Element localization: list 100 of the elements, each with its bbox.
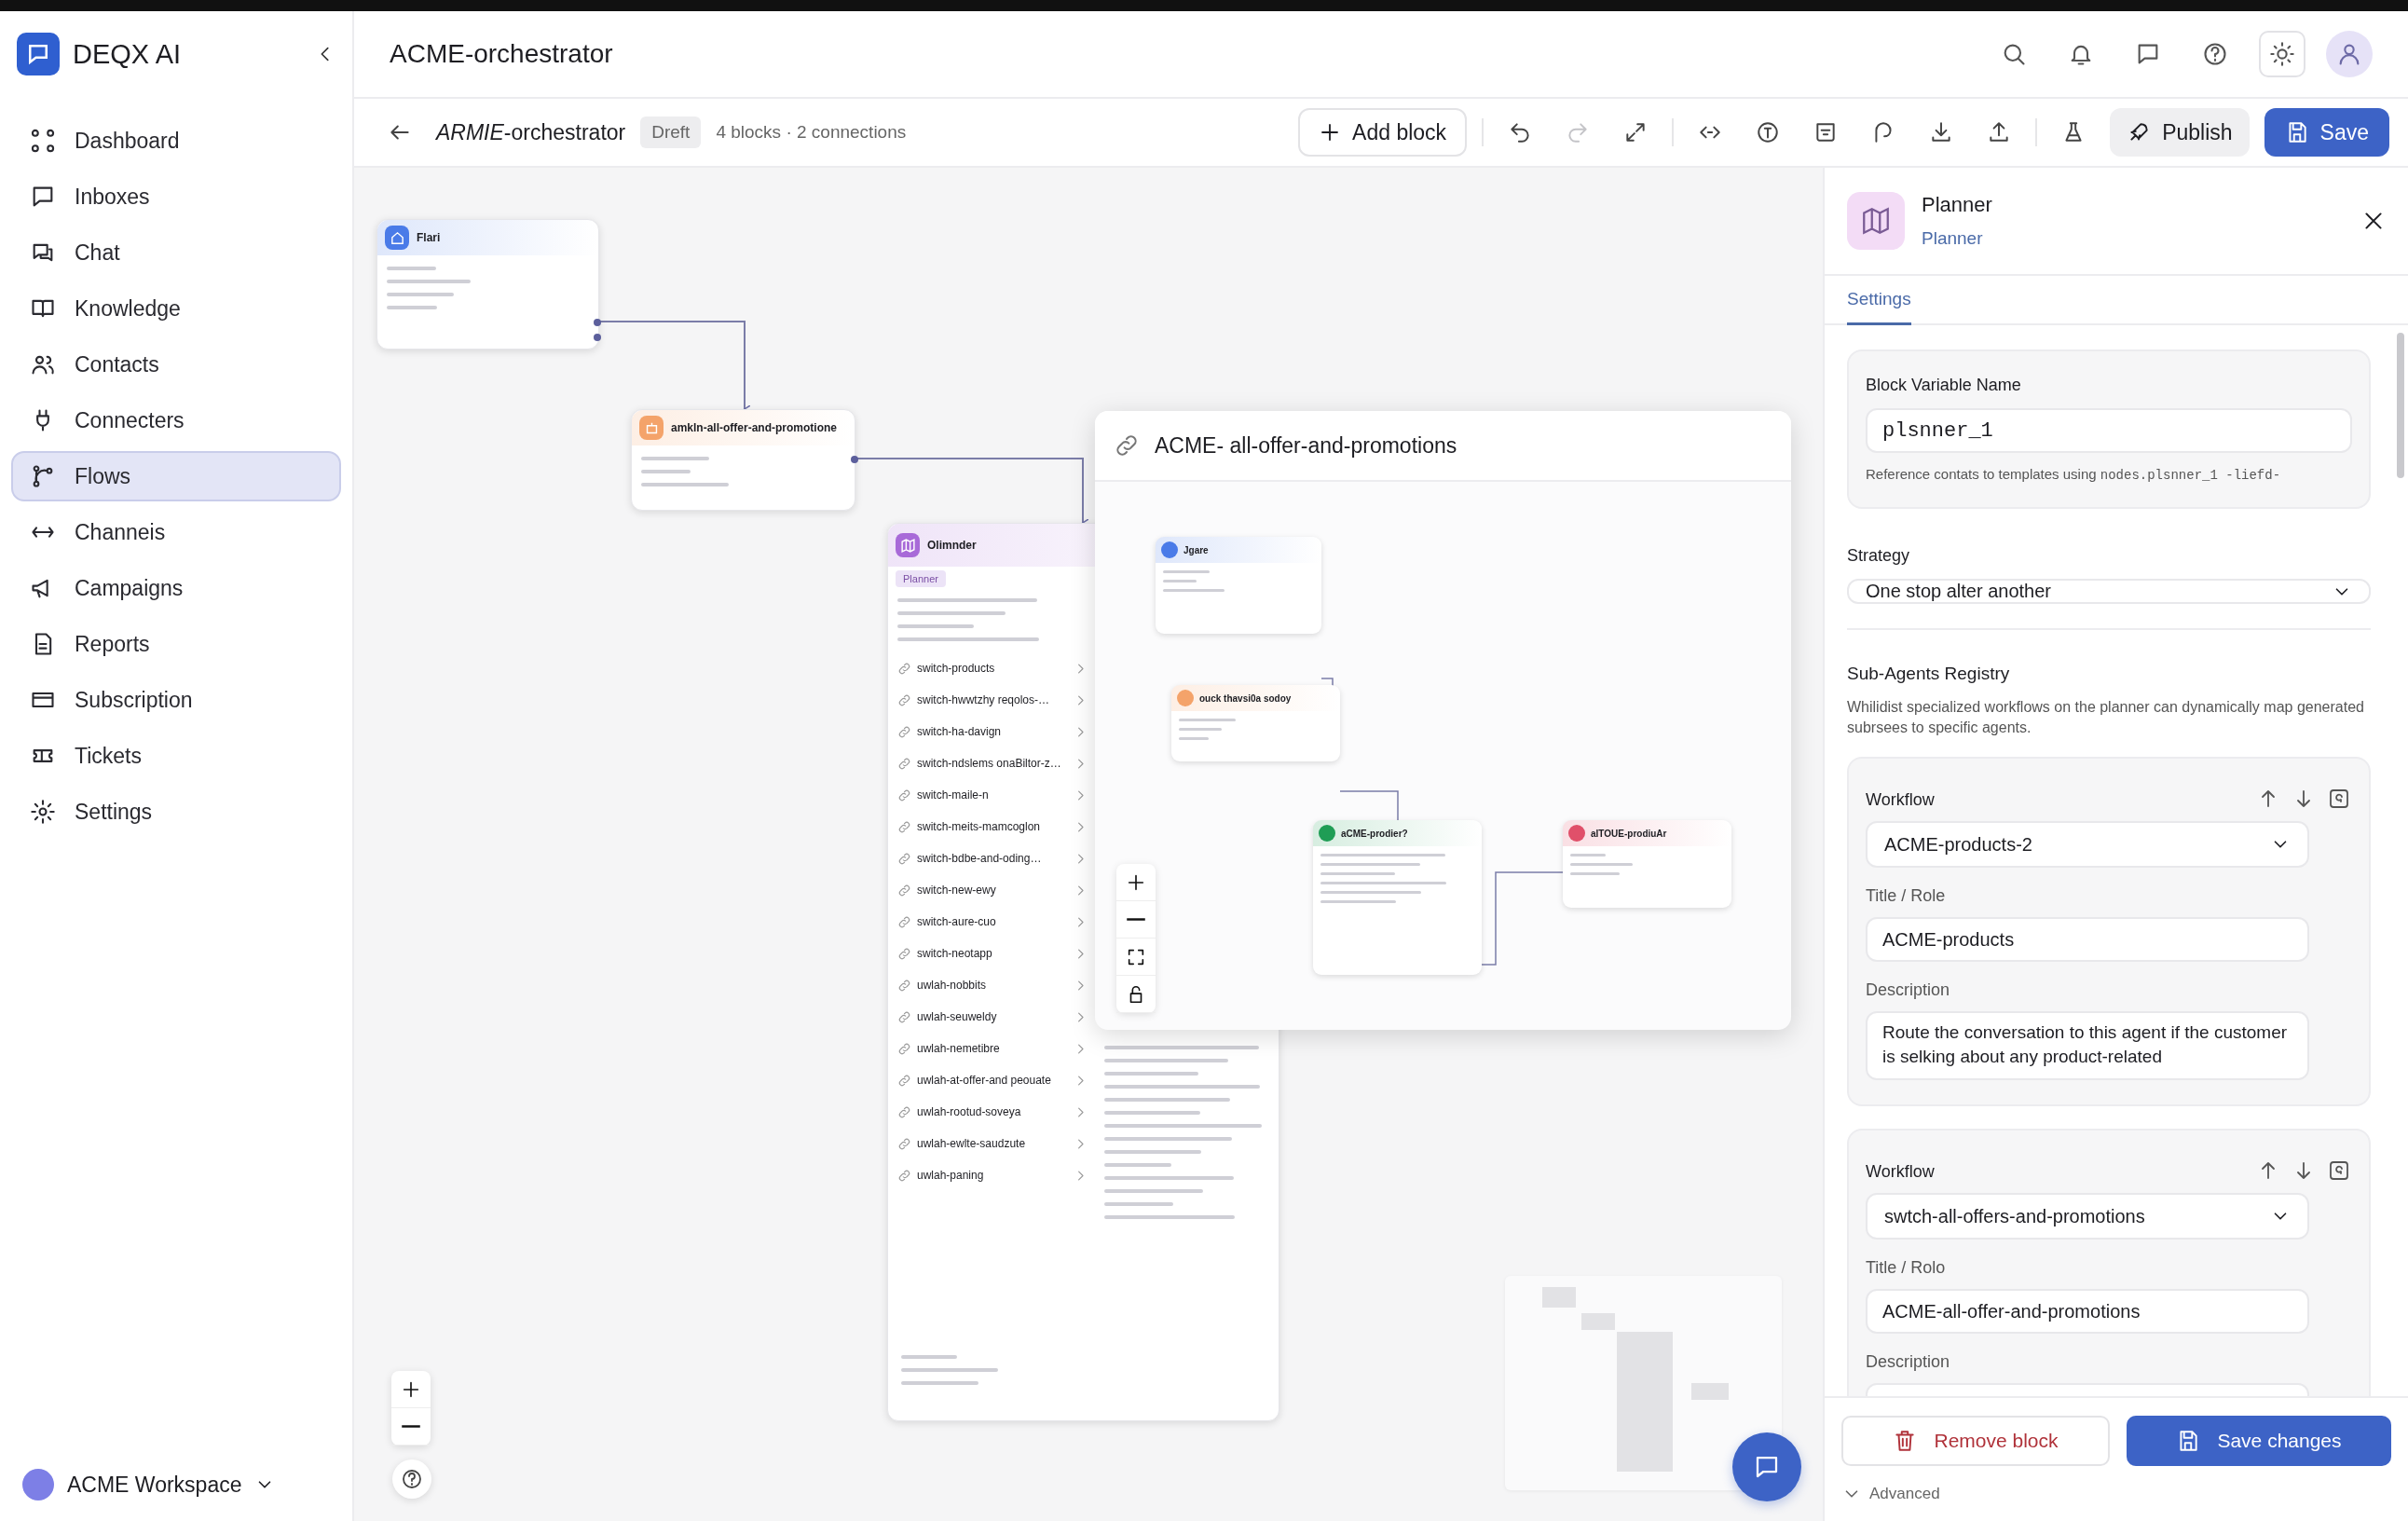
flow-node[interactable]: amkln-all-offer-and-promotione: [631, 409, 855, 511]
grid-icon: [30, 128, 56, 154]
field-label: Workflow: [1866, 790, 1935, 810]
workflow-item[interactable]: uwlah-nemetibre: [894, 1033, 1091, 1064]
help-icon: [401, 1468, 423, 1490]
field-label: Workflow: [1866, 1162, 1935, 1182]
workflow-item[interactable]: switch-ha-davign: [894, 716, 1091, 747]
workflow-item[interactable]: uwlah-paning: [894, 1159, 1091, 1191]
node-title: amkln-all-offer-and-promotione: [671, 421, 837, 434]
map-icon: [1847, 192, 1905, 250]
port-dot[interactable]: [594, 319, 601, 326]
remove-agent-button[interactable]: [2328, 788, 2350, 810]
theme-button[interactable]: [2259, 31, 2305, 77]
workflow-item[interactable]: uwlah-rootud-soveya: [894, 1096, 1091, 1128]
workflow-item[interactable]: switch-products: [894, 652, 1091, 684]
flow-node[interactable]: aITOUE-prodiuAr: [1563, 820, 1731, 908]
workflow-select[interactable]: ACME-products-2: [1866, 821, 2309, 868]
field-label: Description: [1866, 980, 1951, 1000]
save-button[interactable]: Save: [2264, 108, 2389, 157]
save-changes-button[interactable]: Save changes: [2127, 1416, 2391, 1466]
workflow-item[interactable]: switch-ndslems onaBiltor-z…: [894, 747, 1091, 779]
node-title: Olimnder: [927, 539, 977, 552]
link-icon: [897, 914, 911, 929]
nav-item[interactable]: Settings: [11, 787, 341, 837]
remove-agent-button[interactable]: [2328, 1159, 2350, 1182]
flow-name: ARMIE-orchestrator: [436, 119, 626, 145]
help-text: Reference contats to templates using nodes.plsnner_1 -liefd-: [1866, 466, 2282, 483]
gear-icon: [30, 799, 56, 825]
nav-item[interactable]: Campaigns: [11, 563, 341, 613]
flow-summary: 4 blocks · 2 connections: [716, 122, 907, 143]
port-dot[interactable]: [594, 334, 601, 341]
nav-item[interactable]: Tickets: [11, 731, 341, 781]
workflow-item[interactable]: uwlah-at-offer-and peouate: [894, 1064, 1091, 1096]
advanced-toggle[interactable]: Advanced: [1825, 1484, 1957, 1521]
input-field[interactable]: ACME-products: [1866, 917, 2309, 962]
workspace-switcher[interactable]: ACME Workspace: [22, 1469, 276, 1500]
workflow-item[interactable]: switch-maile-n: [894, 779, 1091, 811]
node-title: aITOUE-prodiuAr: [1591, 828, 1667, 839]
link-icon: [897, 724, 911, 739]
sun-icon: [2269, 41, 2295, 67]
link-icon: [897, 788, 911, 802]
link-icon: [897, 756, 911, 771]
link-icon: [897, 1009, 911, 1024]
workflow-item[interactable]: switch-new-ewy: [894, 874, 1091, 906]
workflow-item[interactable]: switch-hwwtzhy reqolos-…: [894, 684, 1091, 716]
nav-item[interactable]: Channeis: [11, 507, 341, 557]
field-label: Description: [1866, 1352, 1951, 1372]
workflow-item[interactable]: switch-bdbe-and-oding…: [894, 843, 1091, 874]
link-icon: [1114, 432, 1140, 459]
text-area[interactable]: Route the conversation to this agent if the customer is selking about any product-related: [1866, 1011, 2309, 1080]
link-icon: [897, 819, 911, 834]
chat-button[interactable]: [1732, 1432, 1801, 1501]
input-field[interactable]: ACME-all-offer-and-promotions: [1866, 1289, 2309, 1334]
add-block-button[interactable]: Add block: [1298, 108, 1468, 157]
tab[interactable]: Settings: [1847, 276, 1911, 325]
strategy-select[interactable]: One stop alter another: [1847, 579, 2371, 604]
field-label: Block Variable Name: [1866, 376, 2022, 395]
remove-block-button[interactable]: Remove block: [1841, 1416, 2110, 1466]
workflow-item[interactable]: uwlah-seuweldy: [894, 1001, 1091, 1033]
help-icon: [2202, 41, 2228, 67]
scrollbar[interactable]: [2397, 333, 2404, 478]
workflow-item[interactable]: switch-meits-mamcoglon: [894, 811, 1091, 843]
nav-item[interactable]: Flows: [11, 451, 341, 501]
avatar-button[interactable]: [2326, 31, 2373, 77]
preview-title: ACME- all-offer-and-promotions: [1155, 432, 1457, 459]
workflow-item[interactable]: switch-aure-cuo: [894, 906, 1091, 938]
workflow-item[interactable]: switch-neotapp: [894, 938, 1091, 969]
flow-node[interactable]: Flari: [376, 219, 599, 349]
link-icon: [897, 1041, 911, 1056]
workflow-item[interactable]: uwlah-ewlte-saudzute: [894, 1128, 1091, 1159]
link-icon: [897, 1168, 911, 1183]
link-icon: [897, 1073, 911, 1088]
nav-item[interactable]: Chat: [11, 227, 341, 278]
nav-item[interactable]: Knowledge: [11, 283, 341, 334]
app-name: DEQX AI: [73, 38, 183, 70]
node-tag: Planner: [896, 570, 946, 587]
logo-icon: [17, 33, 60, 75]
nav-item[interactable]: Inboxes: [11, 171, 341, 222]
nav-item[interactable]: Reports: [11, 619, 341, 669]
workflow-select[interactable]: swtch-all-offers-and-promotions: [1866, 1193, 2309, 1240]
field-label: Title / Role: [1866, 886, 1947, 906]
help-button[interactable]: [392, 1459, 431, 1499]
nav-item[interactable]: Subscription: [11, 675, 341, 725]
flow-node[interactable]: ouck thavsi0a sodoy: [1171, 685, 1340, 761]
flow-node[interactable]: aCME-prodier?: [1313, 820, 1482, 975]
input-field[interactable]: plsnner_1: [1866, 408, 2352, 453]
publish-button[interactable]: Publish: [2110, 108, 2250, 157]
nav-item[interactable]: Connecters: [11, 395, 341, 445]
link-icon: [897, 692, 911, 707]
link-icon: [897, 883, 911, 898]
page-title: ACME-orchestrator: [390, 39, 614, 69]
section-title: Sub-Agents Registry: [1847, 664, 2011, 684]
flow-node[interactable]: Jgare: [1156, 537, 1321, 634]
workflow-item[interactable]: uwlah-nobbits: [894, 969, 1091, 1001]
link-icon: [897, 661, 911, 676]
nav-item[interactable]: Dashboard: [11, 116, 341, 166]
link-icon: [897, 1136, 911, 1151]
port-dot[interactable]: [851, 456, 858, 463]
minus-icon: [401, 1425, 421, 1428]
nav-item[interactable]: Contacts: [11, 339, 341, 390]
